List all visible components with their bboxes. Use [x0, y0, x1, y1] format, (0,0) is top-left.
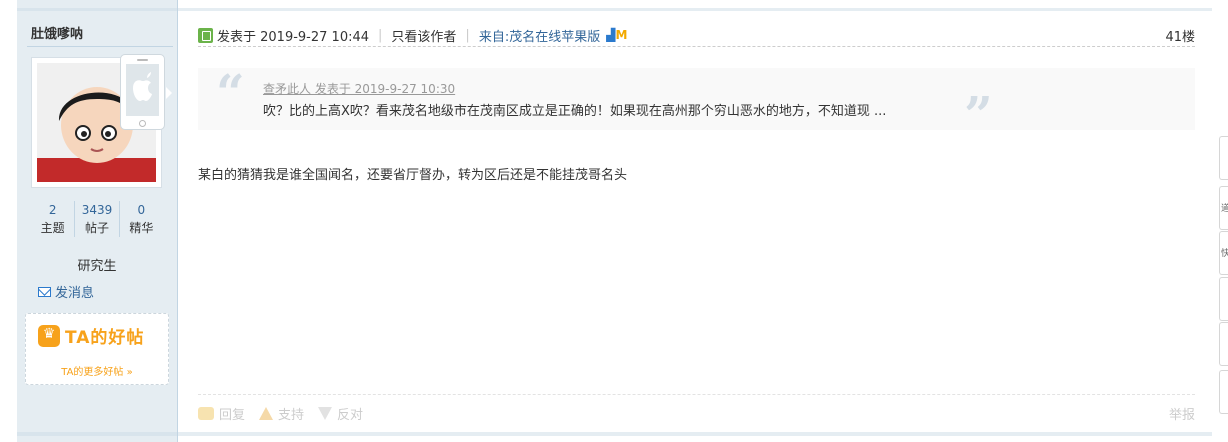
right-floating-rail: 道 快 — [1212, 0, 1228, 442]
reply-icon — [198, 407, 214, 420]
post-date: 发表于 2019-9-27 10:44 — [217, 29, 370, 45]
oppose-button[interactable]: 反对 — [318, 404, 363, 423]
thumbs-down-arrow-icon — [318, 407, 333, 420]
send-message-link[interactable]: 发消息 — [38, 282, 94, 301]
author-username[interactable]: 肚饿嗲呐 — [31, 23, 83, 42]
report-button[interactable]: 举报 — [1169, 404, 1195, 423]
good-posts-box[interactable]: TA的好帖 TA的更多好帖 » — [25, 313, 169, 385]
open-quote-icon: “ — [216, 63, 245, 122]
only-author-link[interactable]: 只看该作者 — [391, 26, 456, 45]
sidebar-bottom-line — [17, 432, 177, 436]
actions-divider — [198, 394, 1195, 395]
close-quote-icon: ” — [964, 85, 993, 144]
online-status-icon — [198, 27, 213, 43]
author-stats: 2 主题 3439 帖子 0 精华 — [31, 201, 163, 237]
mail-icon — [38, 286, 51, 297]
stat-posts-label: 帖子 — [84, 221, 109, 235]
stat-digest-label: 精华 — [129, 221, 154, 235]
username-divider — [27, 46, 173, 47]
mobile-app-logo-icon[interactable]: ▟M — [606, 28, 627, 42]
quote-citation[interactable]: 查矛此人 发表于 2019-9-27 10:30 — [263, 80, 455, 97]
stat-topics-label: 主题 — [40, 221, 65, 235]
good-posts-title: TA的好帖 — [38, 323, 144, 348]
stat-posts-count[interactable]: 3439 — [75, 201, 118, 219]
author-rank: 研究生 — [77, 259, 117, 274]
header-divider — [198, 46, 1195, 47]
post-source-link[interactable]: 来自:茂名在线苹果版 — [479, 26, 600, 45]
post-actions: 回复 支持 反对 举报 — [198, 404, 1195, 423]
author-sidebar: 肚饿嗲呐 2 主题 3439 帖子 0 精华 研究生 发消息 ♛ TA的好帖 T… — [17, 0, 178, 442]
rail-tab[interactable] — [1219, 370, 1228, 414]
apple-logo-icon — [133, 72, 152, 101]
quote-text: 吹？比的上高X吹？看来茂名地级市在茂南区成立是正确的！如果现在高州那个穷山恶水的… — [263, 104, 887, 119]
rail-tab[interactable] — [1219, 277, 1228, 321]
floor-number[interactable]: 41楼 — [1165, 26, 1195, 45]
post-main: 发表于 2019-9-27 10:44 | 只看该作者 | 来自:茂名在线苹果版… — [178, 0, 1212, 442]
thumbs-up-arrow-icon — [259, 407, 274, 420]
rail-tab[interactable] — [1219, 136, 1228, 180]
send-message-label: 发消息 — [55, 286, 95, 301]
rail-tab[interactable]: 道 — [1219, 186, 1228, 230]
rail-tab[interactable] — [1219, 322, 1228, 366]
header-separator: | — [465, 27, 470, 43]
post-header: 发表于 2019-9-27 10:44 | 只看该作者 | 来自:茂名在线苹果版… — [198, 23, 1195, 47]
post-body: 某白的猜猜我是谁全国闻名，还要省厅督办，转为区后还是不能挂茂哥名头 — [198, 168, 628, 183]
post-bottom-line — [178, 432, 1212, 436]
support-label: 支持 — [278, 408, 305, 423]
stat-digest-count[interactable]: 0 — [120, 201, 163, 219]
support-button[interactable]: 支持 — [259, 404, 304, 423]
good-posts-title-text: TA的好帖 — [65, 328, 145, 348]
reply-button[interactable]: 回复 — [198, 404, 245, 423]
reply-label: 回复 — [219, 408, 246, 423]
crown-icon — [38, 324, 60, 347]
stat-topics[interactable]: 2 主题 — [31, 201, 74, 237]
stat-digest[interactable]: 0 精华 — [118, 201, 163, 237]
sidebar-top-line — [17, 8, 177, 11]
header-separator: | — [378, 27, 383, 43]
mobile-phone-badge-icon — [120, 54, 172, 130]
quote-block: “ 查矛此人 发表于 2019-9-27 10:30 吹？比的上高X吹？看来茂名… — [198, 63, 1195, 140]
stat-topics-count[interactable]: 2 — [31, 201, 74, 219]
post-top-line — [178, 8, 1212, 11]
more-good-posts-link[interactable]: TA的更多好帖 » — [26, 363, 168, 378]
rail-tab[interactable]: 快 — [1219, 231, 1228, 275]
stat-posts[interactable]: 3439 帖子 — [74, 201, 118, 237]
left-gutter — [0, 0, 17, 442]
oppose-label: 反对 — [337, 408, 364, 423]
